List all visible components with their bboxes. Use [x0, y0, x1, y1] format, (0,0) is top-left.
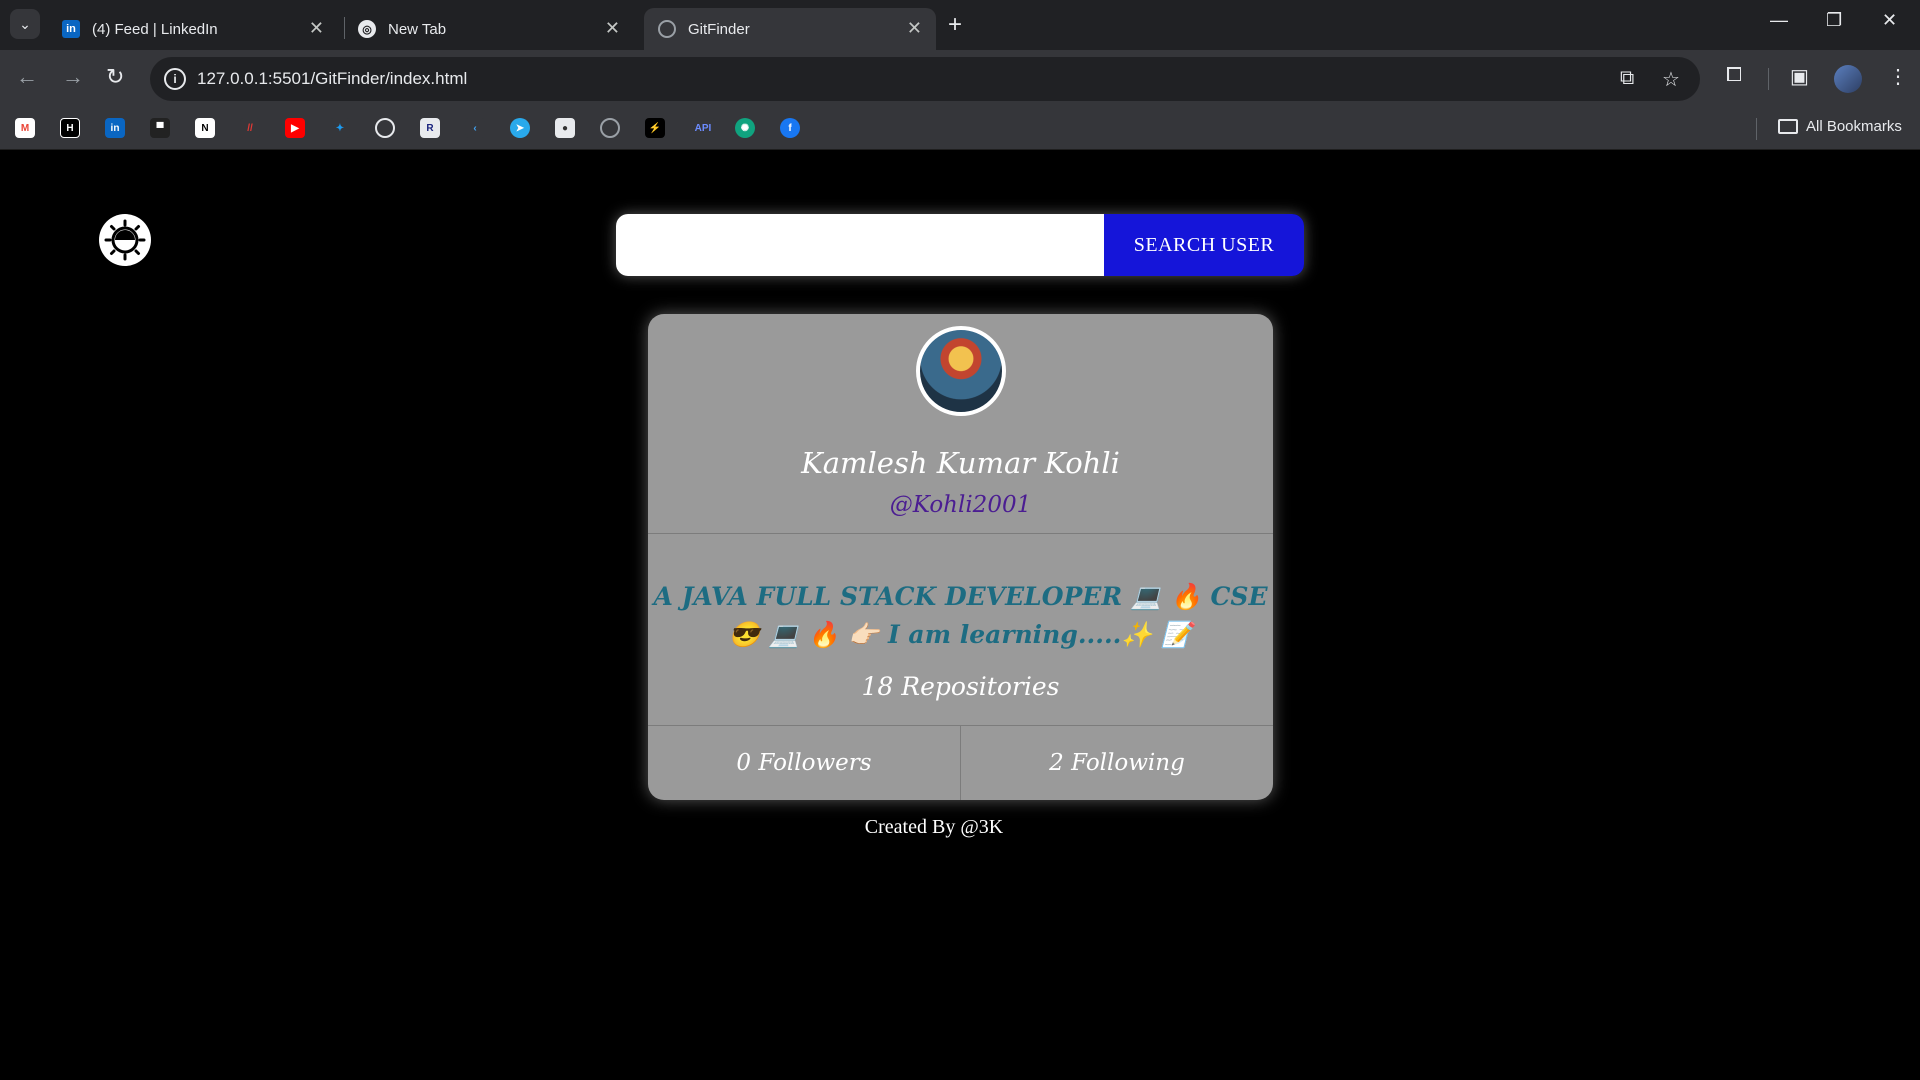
codepen-icon[interactable]: ⚡ [645, 118, 665, 138]
close-icon[interactable]: ✕ [309, 18, 324, 39]
tab-linkedin[interactable]: in (4) Feed | LinkedIn ✕ [48, 8, 338, 50]
github-icon[interactable] [600, 118, 620, 138]
browser-tab-strip: ⌄ in (4) Feed | LinkedIn ✕ ◎ New Tab ✕ G… [0, 0, 1920, 50]
chrome-icon: ◎ [358, 20, 376, 38]
followers-count: 0 Followers [736, 750, 872, 776]
translate-icon[interactable]: ⧉ [1620, 67, 1634, 90]
repository-count: 18 Repositories [861, 672, 1060, 701]
search-user-button[interactable]: SEARCH USER [1104, 214, 1304, 276]
profile-avatar[interactable] [1834, 65, 1862, 93]
card-divider [648, 533, 1273, 534]
chatgpt-icon[interactable]: ✺ [735, 118, 755, 138]
following-count: 2 Following [960, 726, 1273, 800]
gitfinder-page: SEARCH USER Kamlesh Kumar Kohli @Kohli20… [0, 150, 1920, 1080]
address-bar[interactable]: i 127.0.0.1:5501/GitFinder/index.html ⧉ … [150, 57, 1700, 101]
footer-credit: Created By @3K [864, 816, 1004, 838]
search-bar: SEARCH USER [616, 214, 1304, 276]
tab-new-tab[interactable]: ◎ New Tab ✕ [344, 8, 634, 50]
all-bookmarks-button[interactable]: All Bookmarks [1778, 118, 1902, 135]
browser-toolbar: ← → ↻ i 127.0.0.1:5501/GitFinder/index.h… [0, 50, 1920, 108]
site-info-icon[interactable]: i [164, 68, 186, 90]
menu-icon[interactable]: ⋮ [1888, 64, 1908, 89]
bookmarks-bar: M H in ▀ N // ▶ ✦ R ‹ ➤ ● ⚡ API ✺ f All … [0, 108, 1920, 150]
openai-icon[interactable] [375, 118, 395, 138]
stack-icon[interactable]: ▀ [150, 118, 170, 138]
new-tab-button[interactable]: + [948, 11, 962, 39]
hashnode-icon[interactable]: H [60, 118, 80, 138]
username-search-input[interactable] [616, 214, 1104, 276]
bookmarks-divider [1756, 118, 1757, 140]
tab-gitfinder[interactable]: GitFinder ✕ [644, 8, 936, 50]
stats-row: 0 Followers 2 Following [648, 726, 1273, 800]
tab-title: (4) Feed | LinkedIn [92, 20, 218, 38]
api-icon[interactable]: API [690, 118, 716, 138]
close-window-icon[interactable]: ✕ [1882, 10, 1897, 31]
close-icon[interactable]: ✕ [907, 18, 922, 39]
theme-toggle-button[interactable] [99, 214, 151, 266]
profile-bio: A JAVA FULL STACK DEVELOPER 💻 🔥 CSE😎 💻 🔥… [653, 582, 1268, 649]
youtube-icon[interactable]: ▶ [285, 118, 305, 138]
bookmark-star-icon[interactable]: ☆ [1662, 67, 1680, 92]
profile-name: Kamlesh Kumar Kohli [801, 446, 1120, 480]
tab-search-button[interactable]: ⌄ [10, 9, 40, 39]
twitter-icon[interactable]: ✦ [330, 118, 350, 138]
extensions-icon[interactable]: ⧠ [1726, 64, 1742, 87]
linkedin-icon[interactable]: in [105, 118, 125, 138]
side-panel-icon[interactable]: ▣ [1790, 64, 1809, 89]
minimize-icon[interactable]: — [1770, 10, 1788, 31]
chevron-down-icon: ⌄ [19, 15, 31, 32]
replit-icon[interactable]: R [420, 118, 440, 138]
back-icon[interactable]: ← [16, 64, 38, 90]
globe-icon [658, 20, 676, 38]
profile-bookmark-icon[interactable]: ● [555, 118, 575, 138]
gmail-icon[interactable]: M [15, 118, 35, 138]
linkedin-icon: in [62, 20, 80, 38]
folder-icon [1778, 119, 1798, 134]
close-icon[interactable]: ✕ [605, 18, 620, 39]
devfolio-icon[interactable]: // [240, 118, 260, 138]
sun-moon-icon [104, 219, 146, 261]
kotlin-icon[interactable]: ‹ [465, 118, 485, 138]
all-bookmarks-label: All Bookmarks [1806, 118, 1902, 135]
facebook-icon[interactable]: f [780, 118, 800, 138]
toolbar-divider [1768, 68, 1769, 90]
profile-card: Kamlesh Kumar Kohli @Kohli2001 A JAVA FU… [648, 314, 1273, 800]
tab-title: New Tab [388, 20, 447, 38]
profile-login[interactable]: @Kohli2001 [648, 492, 1273, 518]
url-text[interactable]: 127.0.0.1:5501/GitFinder/index.html [197, 69, 467, 89]
avatar [916, 326, 1006, 416]
notion-icon[interactable]: N [195, 118, 215, 138]
tab-title: GitFinder [688, 20, 750, 38]
telegram-icon[interactable]: ➤ [510, 118, 530, 138]
forward-icon[interactable]: → [62, 64, 84, 90]
reload-icon[interactable]: ↻ [106, 64, 124, 90]
restore-icon[interactable]: ❐ [1826, 10, 1842, 31]
